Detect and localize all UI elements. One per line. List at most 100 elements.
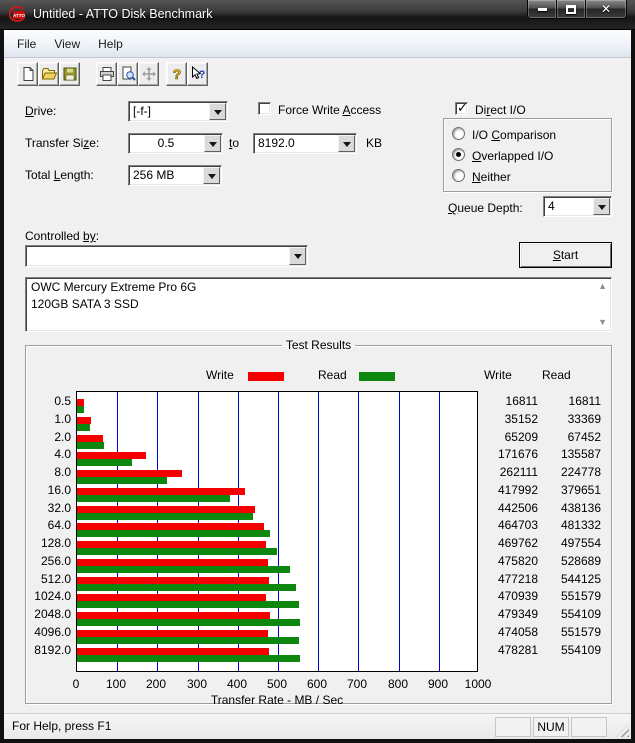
queue-depth-dropdown-button[interactable] <box>593 198 610 215</box>
transfer-size-tick-label: 8192.0 <box>26 643 71 658</box>
write-bar <box>77 470 182 477</box>
overlapped-io-radio[interactable] <box>452 148 465 161</box>
direct-io-checkbox[interactable] <box>455 102 468 115</box>
read-value: 528689 <box>531 554 601 569</box>
controlled-by-combobox[interactable] <box>25 245 308 267</box>
queue-depth-combobox[interactable]: 4 <box>543 196 612 217</box>
transfer-size-tick-label: 16.0 <box>26 483 71 498</box>
open-file-icon <box>41 66 57 82</box>
minimize-button[interactable] <box>527 0 557 19</box>
x-tick-label: 900 <box>418 677 458 691</box>
io-comparison-radio[interactable] <box>452 127 465 140</box>
write-value: 16811 <box>468 394 538 409</box>
context-help-button[interactable]: ? <box>187 62 208 86</box>
overlapped-io-label: Overlapped I/O <box>472 149 553 163</box>
save-file-button[interactable] <box>59 62 80 86</box>
help-icon: ? <box>169 66 185 82</box>
read-value: 224778 <box>531 465 601 480</box>
read-bar <box>77 548 277 555</box>
menu-help[interactable]: Help <box>89 33 132 55</box>
write-value: 474058 <box>468 625 538 640</box>
write-value: 475820 <box>468 554 538 569</box>
close-button[interactable]: ✕ <box>585 0 627 19</box>
svg-text:ATTO: ATTO <box>13 13 26 18</box>
write-bar <box>77 541 266 548</box>
write-bar <box>77 399 84 406</box>
resize-grip[interactable] <box>616 724 629 737</box>
menu-file[interactable]: File <box>8 33 45 55</box>
write-bar <box>77 648 269 655</box>
menu-view[interactable]: View <box>45 33 89 55</box>
write-value: 479349 <box>468 607 538 622</box>
gridline <box>439 392 440 671</box>
read-bar <box>77 513 253 520</box>
write-value: 469762 <box>468 536 538 551</box>
transfer-size-to-combobox[interactable]: 8192.0 <box>253 133 357 154</box>
open-file-button[interactable] <box>38 62 59 86</box>
scroll-down-icon[interactable]: ▼ <box>598 318 607 327</box>
legend-write-label: Write <box>206 368 234 382</box>
controlled-by-dropdown-button[interactable] <box>289 247 306 265</box>
read-bar <box>77 477 167 484</box>
total-length-dropdown-button[interactable] <box>203 167 220 184</box>
read-bar <box>77 442 104 449</box>
print-button[interactable] <box>96 62 117 86</box>
status-message: For Help, press F1 <box>12 719 111 733</box>
gridline <box>399 392 400 671</box>
total-length-value: 256 MB <box>129 166 202 185</box>
x-tick-label: 800 <box>378 677 418 691</box>
device-info-box[interactable]: OWC Mercury Extreme Pro 6G 120GB SATA 3 … <box>25 277 612 332</box>
titlebar: ATTO Untitled - ATTO Disk Benchmark ✕ <box>0 0 635 30</box>
statusbar: For Help, press F1 NUM <box>4 713 631 739</box>
move-button[interactable] <box>138 62 159 86</box>
client-area: Drive: [-f-] Force Write Access Direct I… <box>4 90 631 713</box>
x-tick-label: 300 <box>177 677 217 691</box>
neither-radio[interactable] <box>452 169 465 182</box>
to-label: to <box>229 136 239 150</box>
test-results-groupbox: Test Results Write Read Write Read Trans… <box>25 338 612 704</box>
status-pane <box>495 717 531 737</box>
write-bar <box>77 523 264 530</box>
read-bar <box>77 566 290 573</box>
write-value: 477218 <box>468 572 538 587</box>
gridline <box>278 392 279 671</box>
transfer-size-tick-label: 128.0 <box>26 536 71 551</box>
force-write-access-checkbox[interactable] <box>258 102 271 115</box>
transfer-size-from-combobox[interactable]: 0.5 <box>128 133 223 154</box>
transfer-size-tick-label: 8.0 <box>26 465 71 480</box>
scroll-up-icon[interactable]: ▲ <box>598 282 607 291</box>
print-preview-button[interactable] <box>117 62 138 86</box>
transfer-size-from-dropdown-button[interactable] <box>204 135 221 152</box>
drive-combobox[interactable]: [-f-] <box>128 101 228 122</box>
help-button[interactable]: ? <box>166 62 187 86</box>
read-value: 33369 <box>531 412 601 427</box>
atto-app-icon: ATTO <box>9 6 27 24</box>
kb-unit-label: KB <box>366 136 382 150</box>
drive-dropdown-button[interactable] <box>209 103 226 120</box>
move-icon <box>141 66 157 82</box>
write-value: 464703 <box>468 518 538 533</box>
transfer-size-tick-label: 4.0 <box>26 447 71 462</box>
read-value: 551579 <box>531 625 601 640</box>
maximize-button[interactable] <box>557 0 585 19</box>
total-length-combobox[interactable]: 256 MB <box>128 165 222 186</box>
transfer-size-tick-label: 32.0 <box>26 501 71 516</box>
drive-label: Drive: <box>25 104 56 118</box>
write-bar <box>77 488 245 495</box>
x-tick-label: 0 <box>56 677 96 691</box>
app-window: ATTO Untitled - ATTO Disk Benchmark ✕ Fi… <box>0 0 635 743</box>
read-bar <box>77 530 270 537</box>
controlled-by-value <box>26 246 288 266</box>
transfer-size-tick-label: 2048.0 <box>26 607 71 622</box>
transfer-size-to-dropdown-button[interactable] <box>338 135 355 152</box>
start-button[interactable]: Start <box>519 242 612 268</box>
new-file-button[interactable] <box>17 62 38 86</box>
chevron-down-icon <box>598 205 606 214</box>
read-value: 438136 <box>531 501 601 516</box>
direct-io-label: Direct I/O <box>475 103 526 117</box>
write-value: 262111 <box>468 465 538 480</box>
transfer-size-tick-label: 4096.0 <box>26 625 71 640</box>
read-value: 544125 <box>531 572 601 587</box>
write-bar <box>77 506 255 513</box>
read-value: 67452 <box>531 430 601 445</box>
